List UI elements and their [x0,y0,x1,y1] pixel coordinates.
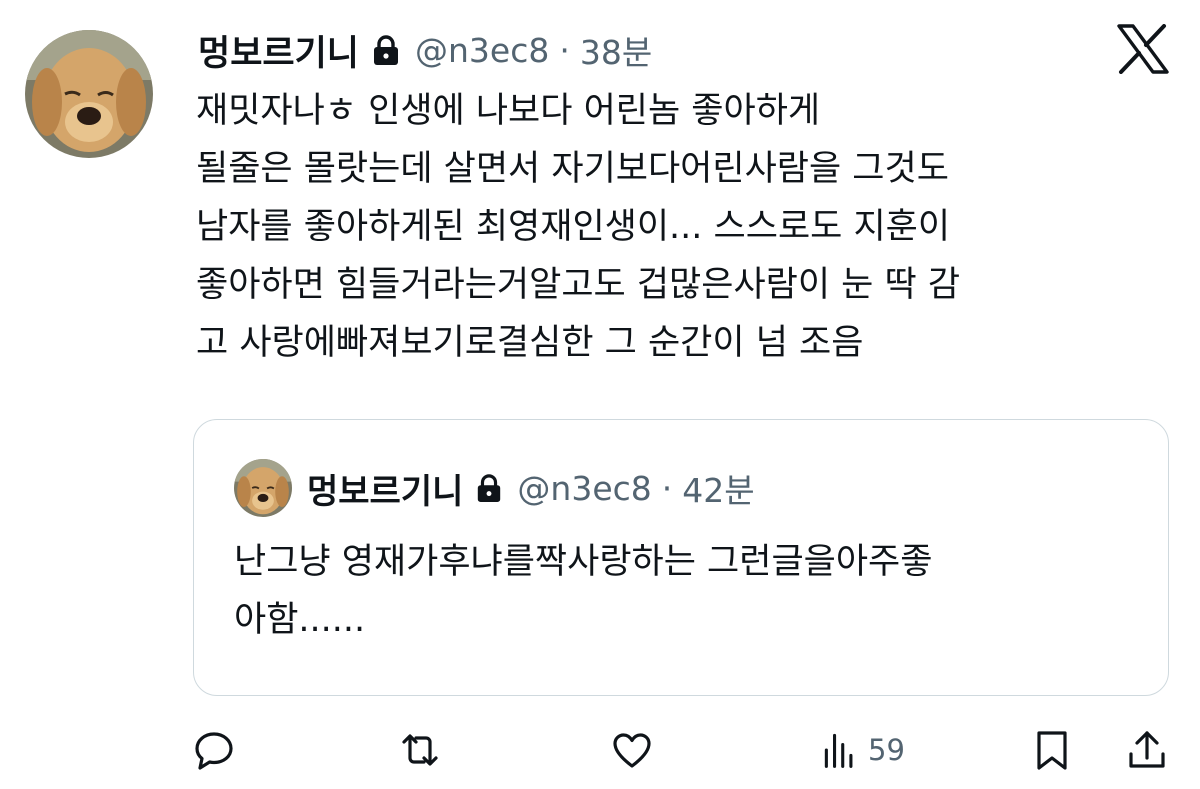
share-button[interactable] [1125,728,1169,772]
reply-icon [195,732,233,770]
lock-icon [475,473,503,503]
bookmark-icon [1037,731,1067,770]
author-name[interactable]: 멍보르기니 [198,25,359,76]
tweet-header: 멍보르기니 @n3ec8 · 38분 [198,22,652,78]
quote-text: 난그냥 영재가후냐를짝사랑하는 그런글을아주좋 아함...... [234,533,1154,649]
tweet-text-line: 재밋자나ㅎ 인생에 나보다 어린놈 좋아하게 [196,91,821,131]
heart-icon [613,733,651,768]
tweet-text-line: 될줄은 몰랏는데 살면서 자기보다어린사람을 그것도 [196,149,949,189]
action-bar: 59 [0,716,1200,786]
retweet-icon [402,734,438,766]
tweet-text-line: 고 사랑에빠져보기로결심한 그 순간이 넘 조음 [196,323,864,363]
bookmark-button[interactable] [1030,728,1074,772]
views-count: 59 [868,733,905,767]
share-icon [1129,731,1165,768]
quote-header: 멍보르기니 @n3ec8 · 42분 [307,460,755,516]
like-button[interactable] [610,728,654,772]
tweet-time[interactable]: 38분 [580,26,652,74]
author-avatar[interactable] [25,30,153,158]
author-handle[interactable]: @n3ec8 [415,31,549,70]
views-button[interactable]: 59 [820,728,905,772]
puppy-avatar-image [25,30,153,158]
reply-button[interactable] [192,728,236,772]
quote-author-avatar [234,459,292,517]
separator-dot: · [559,30,570,70]
x-logo-icon[interactable] [1117,24,1169,74]
quote-author-handle: @n3ec8 [517,468,652,508]
puppy-avatar-image [234,459,292,517]
tweet-text-line: 좋아하면 힘들거라는거알고도 겁많은사람이 눈 딱 감 [196,265,961,305]
quote-author-name: 멍보르기니 [307,471,464,512]
quoted-tweet[interactable]: 멍보르기니 @n3ec8 · 42분 난그냥 영재가후냐를짝사랑하는 그런글을아… [193,419,1169,696]
quote-text-line: 아함...... [234,600,366,640]
quote-time: 42분 [682,471,755,510]
separator-dot: · [661,468,673,508]
quote-text-line: 난그냥 영재가후냐를짝사랑하는 그런글을아주좋 [234,542,933,582]
views-icon [824,733,853,768]
tweet-text: 재밋자나ㅎ 인생에 나보다 어린놈 좋아하게 될줄은 몰랏는데 살면서 자기보다… [196,82,1186,372]
tweet-text-line: 남자를 좋아하게된 최영재인생이... 스스로도 지훈이 [196,207,951,247]
retweet-button[interactable] [398,728,442,772]
lock-icon [371,34,401,66]
